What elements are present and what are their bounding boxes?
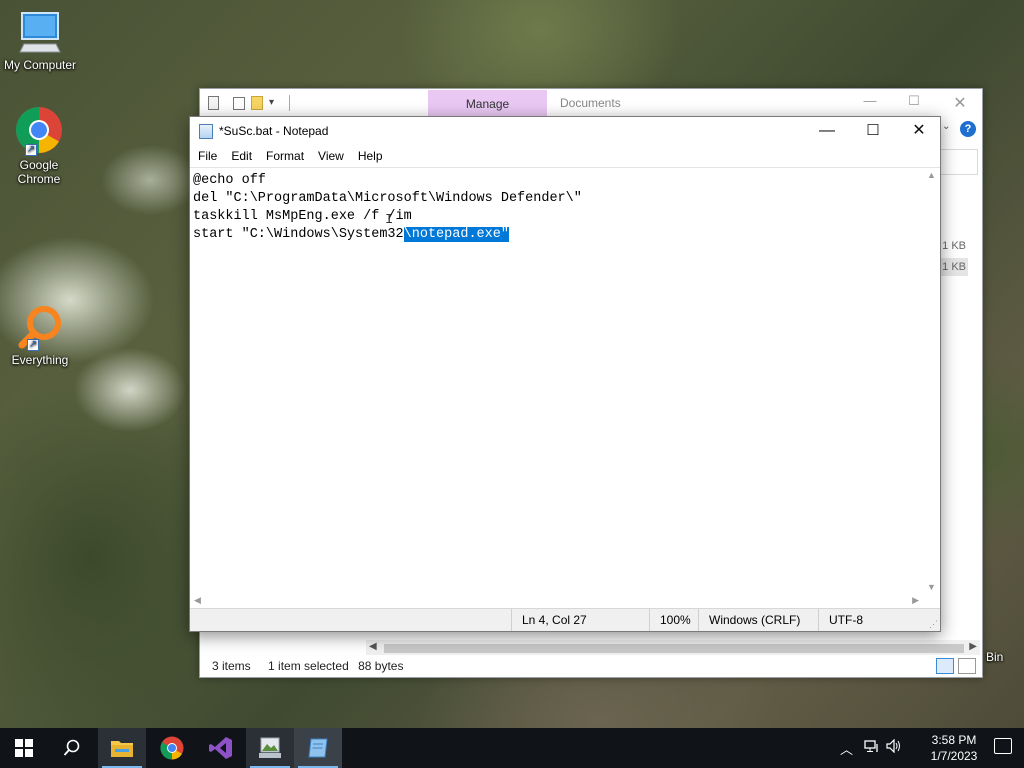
text-segment: start "C:\Windows\System32 [193,227,404,242]
vertical-scrollbar[interactable]: ▲ ▼ [923,168,940,594]
notepad-icon [199,124,213,139]
scroll-thumb[interactable] [384,644,964,653]
shortcut-arrow-icon: ↗ [27,339,39,351]
notepad-window[interactable]: *SuSc.bat - Notepad — ☐ ✕ File Edit Form… [189,116,941,632]
desktop-icon-label: Google Chrome [17,158,61,186]
taskbar-chrome[interactable] [148,728,196,768]
taskbar-notepad[interactable] [294,728,342,768]
start-button[interactable] [0,728,48,768]
i-beam-cursor-icon: I [385,212,394,228]
item-count: 3 items [212,659,251,673]
encoding: UTF-8 [818,609,863,631]
explorer-titlebar[interactable]: ▾ Manage Documents — ☐ ✕ [200,89,982,117]
minimize-button[interactable]: — [855,93,885,113]
details-view-button[interactable] [936,658,954,674]
window-title: *SuSc.bat - Notepad [219,124,329,138]
desktop-icon-google-chrome[interactable]: ↗ Google Chrome [0,106,78,186]
explorer-right-pane: ⌄ ? 1 KB 1 KB [940,117,982,637]
check-icon[interactable] [233,96,245,110]
desktop-icon-label: Everything [11,353,69,367]
resize-grip-icon[interactable]: ⋰ [929,619,938,630]
zoom-level: 100% [649,609,691,631]
help-icon[interactable]: ? [960,121,976,137]
divider [289,95,290,111]
taskbar-photos[interactable] [246,728,294,768]
notepad-icon [308,738,328,758]
chevron-down-icon[interactable]: ⌄ [942,121,950,132]
menu-bar: File Edit Format View Help [190,147,940,167]
explorer-statusbar: 3 items 1 item selected 88 bytes [200,655,982,677]
file-size: 1 KB [940,258,968,276]
system-tray: ︿ 3:58 PM 1/7/2023 [824,728,1024,768]
maximize-button[interactable]: ☐ [899,93,929,113]
quick-access-toolbar: ▾ [208,95,290,111]
folder-icon [111,741,133,757]
clock-date: 1/7/2023 [930,749,978,763]
cursor-position: Ln 4, Col 27 [511,609,587,631]
menu-view[interactable]: View [314,147,350,167]
scroll-up-icon[interactable]: ▲ [927,170,936,180]
file-size: 1 KB [942,240,966,252]
folder-icon[interactable] [251,96,263,110]
scroll-left-icon[interactable]: ◀ [369,641,377,652]
chevron-up-icon[interactable]: ︿ [840,739,853,758]
clock[interactable]: 3:58 PM 1/7/2023 [924,732,984,764]
taskbar: ︿ 3:58 PM 1/7/2023 [0,728,1024,768]
taskbar-file-explorer[interactable] [98,728,146,768]
horizontal-scrollbar[interactable]: ◀ ▶ [190,593,923,609]
notification-icon[interactable] [994,738,1012,754]
search-button[interactable] [48,728,96,768]
text-editor[interactable]: @echo off del "C:\ProgramData\Microsoft\W… [190,167,940,609]
menu-format[interactable]: Format [262,147,310,167]
volume-icon[interactable] [886,738,902,756]
scroll-right-icon[interactable]: ▶ [912,595,919,606]
everything-search-icon: ↗ [17,305,63,351]
visual-studio-icon [209,737,232,759]
maximize-button[interactable]: ☐ [850,117,896,147]
large-icons-view-button[interactable] [958,658,976,674]
desktop-icon-everything[interactable]: ↗ Everything [0,305,80,367]
scroll-right-icon[interactable]: ▶ [969,641,977,652]
windows-logo-icon [15,739,33,757]
desktop-icon-label: My Computer [3,58,77,72]
computer-icon [18,10,62,56]
image-viewer-icon [259,737,281,758]
editor-content[interactable]: @echo off del "C:\ProgramData\Microsoft\W… [193,172,582,244]
notepad-titlebar[interactable]: *SuSc.bat - Notepad — ☐ ✕ [190,117,940,147]
menu-file[interactable]: File [194,147,223,167]
tab-manage[interactable]: Manage [428,90,547,117]
taskbar-visual-studio[interactable] [197,728,245,768]
window-title: Documents [560,96,621,110]
text-line: start "C:\Windows\System32\notepad.exe" [193,226,582,244]
selected-text: \notepad.exe" [403,227,509,242]
chrome-icon [160,736,184,760]
scroll-down-icon[interactable]: ▼ [927,582,936,592]
chevron-down-icon[interactable]: ▾ [269,95,279,111]
menu-help[interactable]: Help [354,147,389,167]
menu-edit[interactable]: Edit [227,147,258,167]
shortcut-arrow-icon: ↗ [25,144,37,156]
search-box[interactable] [940,149,978,175]
text-line: @echo off [193,173,266,188]
horizontal-scrollbar[interactable]: ◀ ▶ [366,640,980,656]
network-icon[interactable] [864,739,880,756]
notepad-statusbar: Ln 4, Col 27 100% Windows (CRLF) UTF-8 ⋰ [190,608,940,631]
clock-time: 3:58 PM [931,733,977,747]
selection-count: 1 item selected [268,659,349,673]
text-line: del "C:\ProgramData\Microsoft\Windows De… [193,191,582,206]
line-ending: Windows (CRLF) [698,609,800,631]
chrome-icon: ↗ [15,106,63,156]
close-button[interactable]: ✕ [896,117,942,147]
close-button[interactable]: ✕ [945,93,975,113]
search-icon [63,739,80,756]
minimize-button[interactable]: — [804,117,850,147]
desktop-icon-my-computer[interactable]: My Computer [0,10,80,72]
scroll-left-icon[interactable]: ◀ [194,595,201,606]
properties-icon[interactable] [208,96,219,110]
selection-size: 88 bytes [358,659,404,673]
